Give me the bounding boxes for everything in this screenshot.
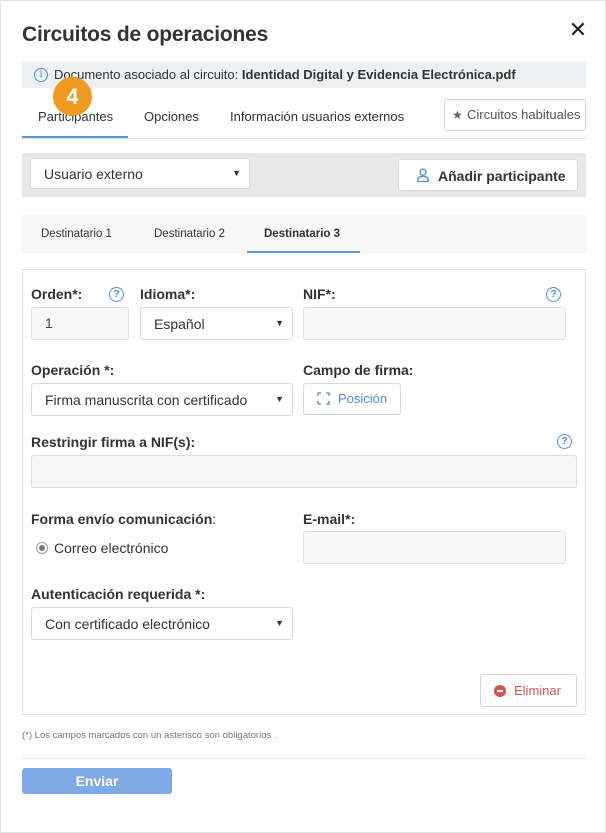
question-circle-icon[interactable]: ? bbox=[557, 434, 572, 449]
triangle-down-icon: ▼ bbox=[275, 318, 284, 328]
footer-divider bbox=[22, 758, 586, 759]
language-select[interactable]: Español ▼ bbox=[140, 307, 293, 340]
language-label: Idioma*: bbox=[140, 286, 196, 302]
favorite-circuits-button[interactable]: ★ Circuitos habituales bbox=[444, 99, 586, 131]
signature-field-label: Campo de firma: bbox=[303, 362, 414, 378]
active-recipient-indicator bbox=[247, 251, 360, 253]
question-circle-icon[interactable]: ? bbox=[109, 287, 124, 302]
tab-destinatario-2[interactable]: Destinatario 2 bbox=[154, 215, 225, 253]
send-method-label: Forma envío comunicación: bbox=[31, 511, 216, 527]
order-label: Orden*: bbox=[31, 286, 83, 302]
language-value: Español bbox=[154, 316, 205, 332]
order-field[interactable]: 1 bbox=[31, 307, 129, 340]
circuit-operations-modal: Circuitos de operaciones ✕ i Documento a… bbox=[0, 0, 606, 833]
tab-destinatario-3[interactable]: Destinatario 3 bbox=[264, 215, 340, 253]
triangle-down-icon: ▼ bbox=[275, 618, 284, 628]
nif-label: NIF*: bbox=[303, 286, 336, 302]
close-icon[interactable]: ✕ bbox=[568, 19, 588, 41]
operation-value: Firma manuscrita con certificado bbox=[45, 392, 248, 408]
crop-frame-icon bbox=[317, 392, 330, 405]
nif-field[interactable] bbox=[303, 307, 566, 340]
order-value: 1 bbox=[45, 315, 53, 331]
position-button[interactable]: Posición bbox=[303, 383, 401, 415]
required-fields-footnote: (*) Los campos marcados con un asterisco… bbox=[22, 730, 277, 741]
minus-circle-icon bbox=[494, 685, 506, 697]
email-field[interactable] bbox=[303, 531, 566, 564]
email-radio-label: Correo electrónico bbox=[54, 540, 169, 556]
add-participant-label: Añadir participante bbox=[438, 168, 566, 184]
operation-label: Operación *: bbox=[31, 362, 115, 378]
recipient-tabs: Destinatario 1 Destinatario 2 Destinatar… bbox=[22, 215, 586, 253]
user-icon bbox=[416, 168, 430, 182]
question-circle-icon[interactable]: ? bbox=[546, 287, 561, 302]
email-radio[interactable] bbox=[36, 542, 48, 554]
auth-value: Con certificado electrónico bbox=[45, 616, 210, 632]
triangle-down-icon: ▼ bbox=[275, 394, 284, 404]
tab-opciones[interactable]: Opciones bbox=[144, 109, 199, 124]
step-badge: 4 bbox=[53, 77, 92, 116]
star-icon: ★ bbox=[452, 108, 463, 122]
send-method-text: Forma envío comunicación bbox=[31, 511, 213, 527]
email-label: E-mail*: bbox=[303, 511, 356, 527]
delete-label: Eliminar bbox=[514, 683, 561, 698]
auth-label: Autenticación requerida *: bbox=[31, 586, 206, 602]
delete-recipient-button[interactable]: Eliminar bbox=[480, 674, 577, 707]
add-participant-button[interactable]: Añadir participante bbox=[398, 159, 578, 191]
auth-select[interactable]: Con certificado electrónico ▼ bbox=[31, 607, 293, 640]
document-info-bar: i Documento asociado al circuito: Identi… bbox=[22, 62, 586, 88]
send-method-colon: : bbox=[212, 511, 217, 527]
info-text: Documento asociado al circuito: Identida… bbox=[54, 62, 516, 88]
participant-type-select[interactable]: Usuario externo ▼ bbox=[30, 158, 250, 189]
participant-type-value: Usuario externo bbox=[44, 166, 143, 182]
document-name: Identidad Digital y Evidencia Electrónic… bbox=[241, 67, 516, 82]
tab-destinatario-1[interactable]: Destinatario 1 bbox=[41, 215, 112, 253]
modal-title: Circuitos de operaciones bbox=[22, 23, 269, 46]
info-circle-icon: i bbox=[34, 68, 48, 82]
tab-informacion-usuarios-externos[interactable]: Información usuarios externos bbox=[230, 109, 404, 124]
position-label: Posición bbox=[338, 391, 388, 406]
restrict-nif-label: Restringir firma a NIF(s): bbox=[31, 434, 196, 450]
send-button[interactable]: Enviar bbox=[22, 768, 172, 794]
operation-select[interactable]: Firma manuscrita con certificado ▼ bbox=[31, 383, 293, 416]
triangle-down-icon: ▼ bbox=[232, 168, 241, 178]
active-tab-indicator bbox=[22, 136, 128, 138]
restrict-nif-field[interactable] bbox=[31, 455, 577, 488]
favorite-circuits-label: Circuitos habituales bbox=[467, 107, 581, 122]
